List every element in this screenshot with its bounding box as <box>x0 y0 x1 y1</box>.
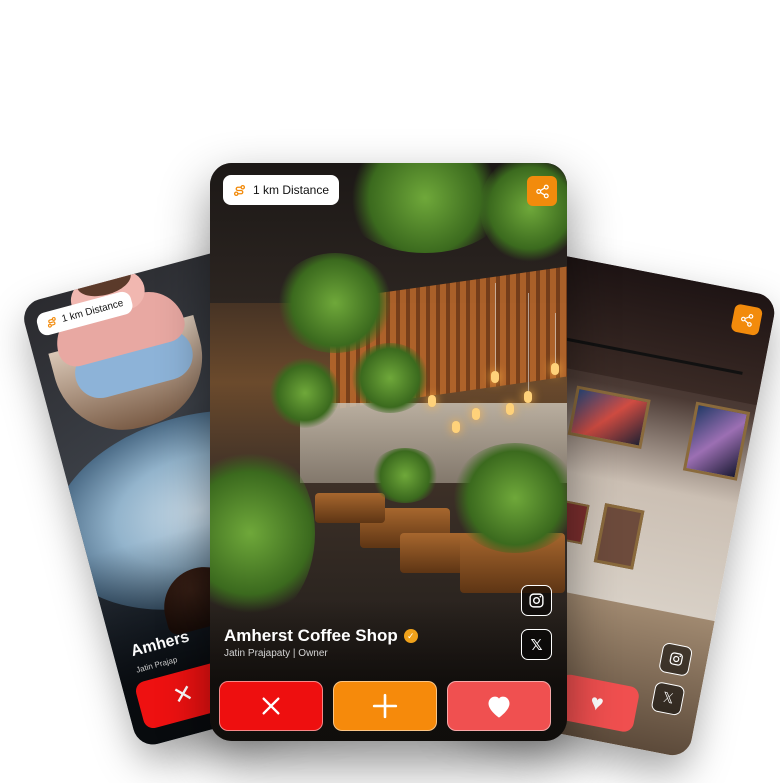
card-subtitle: Jatin Prajapaty | Owner <box>224 648 328 659</box>
hanging-plant-image <box>275 253 395 353</box>
share-button[interactable] <box>730 303 764 337</box>
booth-seat-image <box>315 493 385 523</box>
pendant-light <box>428 395 436 407</box>
hanging-plant-image <box>270 358 340 428</box>
instagram-button[interactable] <box>521 585 552 616</box>
instagram-button[interactable] <box>658 641 694 677</box>
potted-plant-image <box>370 448 440 503</box>
painting-image <box>682 401 751 481</box>
x-button[interactable]: 𝕏 <box>650 681 686 717</box>
distance-label: 1 km Distance <box>253 183 330 197</box>
pendant-light <box>452 421 460 433</box>
close-icon <box>262 697 280 715</box>
heart-icon <box>488 696 510 718</box>
hanging-plant-image <box>350 343 430 413</box>
card-stack-stage: 1 km Distance Amhers Jatin Prajap ✕ 𝕏 ♥ <box>0 0 780 783</box>
verified-badge-icon: ✓ <box>403 629 418 643</box>
pendant-light <box>472 408 480 420</box>
close-icon: ✕ <box>170 679 197 711</box>
share-icon <box>535 184 549 198</box>
x-icon: 𝕏 <box>661 688 676 707</box>
share-button[interactable] <box>527 176 557 206</box>
card-title-row: Amherst Coffee Shop ✓ <box>224 626 418 646</box>
instagram-icon <box>669 652 683 666</box>
instagram-icon <box>529 593 544 608</box>
painting-image <box>567 385 651 449</box>
x-button[interactable]: 𝕏 <box>521 629 552 660</box>
distance-badge: 1 km Distance <box>223 175 340 205</box>
like-button[interactable] <box>447 681 551 731</box>
painting-image <box>593 503 645 570</box>
add-button[interactable] <box>333 681 437 731</box>
card-title: Amherst Coffee Shop <box>224 626 398 645</box>
light-cord <box>555 313 556 363</box>
light-cord <box>495 283 496 373</box>
pendant-light <box>506 403 514 415</box>
card-amherst-coffee-shop[interactable]: 1 km Distance 𝕏 Amherst Coffee Shop ✓ Ja… <box>210 163 567 741</box>
reject-button[interactable] <box>219 681 323 731</box>
route-icon <box>233 184 246 196</box>
x-icon: 𝕏 <box>530 636 543 654</box>
plus-icon <box>372 693 398 719</box>
light-cord <box>528 293 529 393</box>
pendant-light <box>524 391 532 403</box>
route-icon <box>47 316 56 328</box>
share-icon <box>741 314 754 327</box>
heart-icon: ♥ <box>588 689 606 717</box>
pendant-light <box>551 363 559 375</box>
pendant-light <box>491 371 499 383</box>
